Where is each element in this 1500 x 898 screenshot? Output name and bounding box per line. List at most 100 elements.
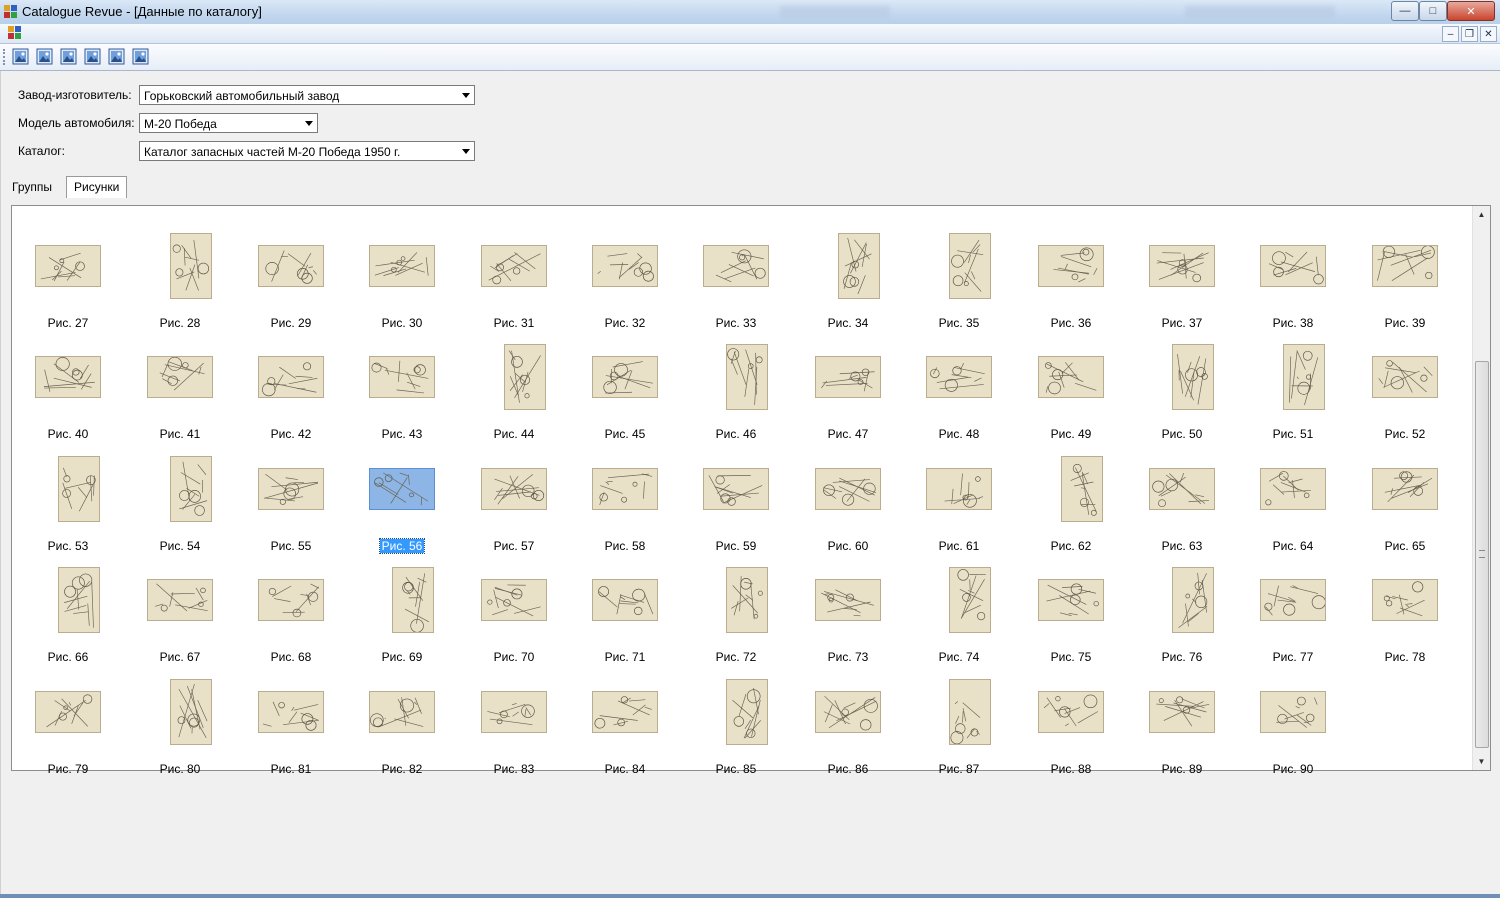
gallery-item[interactable]: Рис. 86 — [814, 674, 914, 776]
gallery-item[interactable]: Рис. 38 — [1259, 228, 1359, 330]
drawing-thumbnail[interactable] — [258, 468, 324, 510]
image-icon[interactable] — [36, 48, 53, 65]
tab-drawings[interactable]: Рисунки — [66, 176, 128, 198]
drawing-thumbnail[interactable] — [1372, 579, 1438, 621]
gallery-item[interactable]: Рис. 35 — [925, 228, 1025, 330]
tab-groups[interactable]: Группы — [6, 178, 58, 196]
gallery-item[interactable]: Рис. 83 — [480, 674, 580, 776]
drawing-thumbnail[interactable] — [258, 245, 324, 287]
gallery-item[interactable]: Рис. 44 — [480, 339, 580, 441]
drawing-thumbnail[interactable] — [926, 468, 992, 510]
drawing-thumbnail[interactable] — [726, 567, 768, 633]
drawing-thumbnail[interactable] — [726, 679, 768, 745]
drawing-thumbnail[interactable] — [369, 468, 435, 510]
gallery-item[interactable]: Рис. 90 — [1259, 674, 1359, 776]
drawing-thumbnail[interactable] — [949, 233, 991, 299]
gallery-item[interactable]: Рис. 84 — [591, 674, 691, 776]
gallery-item[interactable]: Рис. 29 — [257, 228, 357, 330]
gallery-item[interactable]: Рис. 47 — [814, 339, 914, 441]
gallery-item[interactable]: Рис. 82 — [368, 674, 468, 776]
minimize-button[interactable]: — — [1391, 1, 1419, 21]
gallery-item[interactable]: Рис. 50 — [1148, 339, 1248, 441]
gallery-item[interactable]: Рис. 27 — [34, 228, 134, 330]
drawing-thumbnail[interactable] — [592, 245, 658, 287]
gallery-item[interactable]: Рис. 68 — [257, 562, 357, 664]
gallery-item[interactable]: Рис. 42 — [257, 339, 357, 441]
mdi-close-button[interactable]: ✕ — [1480, 26, 1497, 42]
drawing-thumbnail[interactable] — [481, 579, 547, 621]
gallery-item[interactable]: Рис. 71 — [591, 562, 691, 664]
gallery-item[interactable]: Рис. 81 — [257, 674, 357, 776]
gallery-item[interactable]: Рис. 63 — [1148, 451, 1248, 553]
drawing-thumbnail[interactable] — [703, 245, 769, 287]
gallery-item[interactable]: Рис. 69 — [368, 562, 468, 664]
gallery-item[interactable]: Рис. 36 — [1037, 228, 1137, 330]
gallery-item[interactable]: Рис. 59 — [702, 451, 802, 553]
gallery-item[interactable]: Рис. 87 — [925, 674, 1025, 776]
drawings-gallery[interactable]: Рис. 27 Рис. 28 Рис. 29 Рис. 30 Рис. 31 Рис. … — [11, 205, 1491, 776]
drawing-thumbnail[interactable] — [926, 356, 992, 398]
drawing-thumbnail[interactable] — [815, 691, 881, 733]
gallery-item[interactable]: Рис. 46 — [702, 339, 802, 441]
drawing-thumbnail[interactable] — [1038, 691, 1104, 733]
drawing-thumbnail[interactable] — [58, 567, 100, 633]
drawing-thumbnail[interactable] — [147, 356, 213, 398]
gallery-item[interactable]: Рис. 77 — [1259, 562, 1359, 664]
image-icon[interactable] — [84, 48, 101, 65]
gallery-item[interactable]: Рис. 73 — [814, 562, 914, 664]
drawing-thumbnail[interactable] — [58, 456, 100, 522]
drawing-thumbnail[interactable] — [815, 468, 881, 510]
drawing-thumbnail[interactable] — [592, 691, 658, 733]
drawing-thumbnail[interactable] — [815, 356, 881, 398]
gallery-item[interactable]: Рис. 80 — [146, 674, 246, 776]
drawing-thumbnail[interactable] — [949, 679, 991, 745]
scroll-up-arrow-icon[interactable]: ▲ — [1473, 206, 1490, 223]
gallery-item[interactable]: Рис. 30 — [368, 228, 468, 330]
gallery-item[interactable]: Рис. 39 — [1371, 228, 1471, 330]
gallery-item[interactable]: Рис. 57 — [480, 451, 580, 553]
gallery-item[interactable]: Рис. 56 — [368, 451, 468, 554]
manufacturer-combo[interactable]: Горьковский автомобильный завод — [139, 85, 475, 105]
drawing-thumbnail[interactable] — [258, 579, 324, 621]
gallery-item[interactable]: Рис. 43 — [368, 339, 468, 441]
drawing-thumbnail[interactable] — [1149, 245, 1215, 287]
drawing-thumbnail[interactable] — [592, 579, 658, 621]
gallery-item[interactable]: Рис. 52 — [1371, 339, 1471, 441]
drawing-thumbnail[interactable] — [592, 468, 658, 510]
drawing-thumbnail[interactable] — [258, 691, 324, 733]
drawing-thumbnail[interactable] — [1260, 691, 1326, 733]
gallery-item[interactable]: Рис. 79 — [34, 674, 134, 776]
drawing-thumbnail[interactable] — [392, 567, 434, 633]
gallery-item[interactable]: Рис. 66 — [34, 562, 134, 664]
gallery-item[interactable]: Рис. 75 — [1037, 562, 1137, 664]
gallery-item[interactable]: Рис. 72 — [702, 562, 802, 664]
gallery-item[interactable]: Рис. 67 — [146, 562, 246, 664]
drawing-thumbnail[interactable] — [369, 356, 435, 398]
drawing-thumbnail[interactable] — [703, 468, 769, 510]
gallery-item[interactable]: Рис. 40 — [34, 339, 134, 441]
drawing-thumbnail[interactable] — [481, 468, 547, 510]
gallery-item[interactable]: Рис. 61 — [925, 451, 1025, 553]
image-icon[interactable] — [60, 48, 77, 65]
drawing-thumbnail[interactable] — [1038, 245, 1104, 287]
drawing-thumbnail[interactable] — [170, 233, 212, 299]
gallery-item[interactable]: Рис. 53 — [34, 451, 134, 553]
gallery-item[interactable]: Рис. 49 — [1037, 339, 1137, 441]
toolbar-grip[interactable] — [3, 49, 8, 65]
drawing-thumbnail[interactable] — [1260, 468, 1326, 510]
mdi-child-icon[interactable] — [8, 26, 22, 40]
drawing-thumbnail[interactable] — [592, 356, 658, 398]
drawing-thumbnail[interactable] — [481, 691, 547, 733]
gallery-item[interactable]: Рис. 37 — [1148, 228, 1248, 330]
drawing-thumbnail[interactable] — [1260, 245, 1326, 287]
image-icon[interactable] — [108, 48, 125, 65]
gallery-item[interactable]: Рис. 41 — [146, 339, 246, 441]
drawing-thumbnail[interactable] — [1038, 356, 1104, 398]
drawing-thumbnail[interactable] — [815, 579, 881, 621]
drawing-thumbnail[interactable] — [170, 679, 212, 745]
gallery-item[interactable]: Рис. 48 — [925, 339, 1025, 441]
gallery-item[interactable]: Рис. 78 — [1371, 562, 1471, 664]
drawing-thumbnail[interactable] — [147, 579, 213, 621]
drawing-thumbnail[interactable] — [1172, 344, 1214, 410]
drawing-thumbnail[interactable] — [35, 356, 101, 398]
